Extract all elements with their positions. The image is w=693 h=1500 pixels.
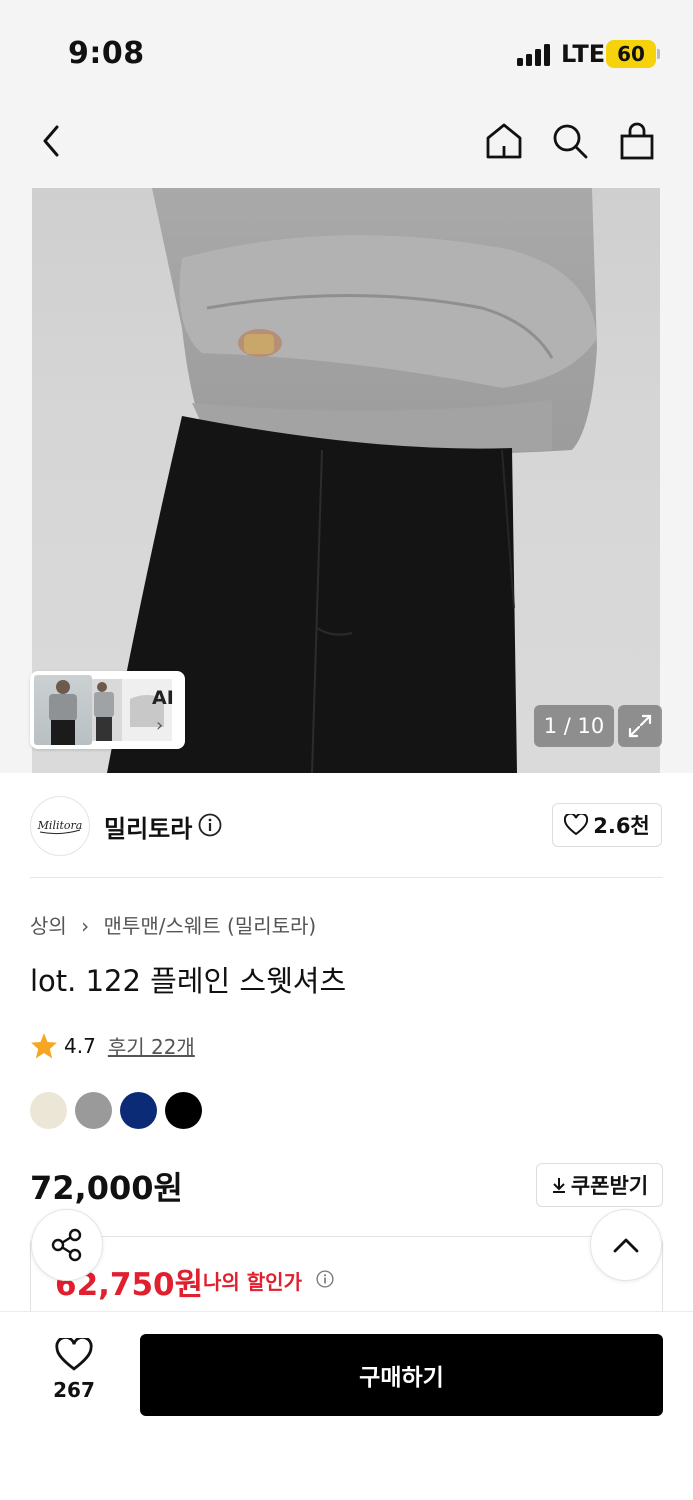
bottom-action-bar: 267 구매하기 <box>0 1311 693 1500</box>
coupon-label: 쿠폰받기 <box>570 1174 649 1198</box>
download-icon <box>552 1178 565 1193</box>
rating-row: 4.7 후기 22개 <box>30 1031 195 1060</box>
cart-button[interactable] <box>613 117 661 165</box>
coupon-button[interactable]: 쿠폰받기 <box>536 1163 663 1207</box>
wishlist-button[interactable]: 267 <box>40 1336 108 1402</box>
breadcrumb-category[interactable]: 상의 <box>30 914 67 938</box>
star-icon <box>31 1033 57 1059</box>
brand-logo[interactable]: Militora <box>30 796 90 856</box>
expand-button[interactable] <box>618 705 662 747</box>
status-time: 9:08 <box>68 36 145 71</box>
product-title: lot. 122 플레인 스웻셔츠 <box>30 964 347 998</box>
scroll-top-button[interactable] <box>590 1209 662 1281</box>
heart-icon <box>564 814 589 836</box>
back-button[interactable] <box>28 117 76 165</box>
search-icon <box>553 124 588 159</box>
rating-value: 4.7 <box>64 1033 96 1058</box>
review-link[interactable]: 후기 22개 <box>108 1031 195 1060</box>
search-button[interactable] <box>546 117 594 165</box>
battery-icon: 60 <box>606 40 656 68</box>
info-icon[interactable] <box>316 1270 334 1292</box>
ai-label[interactable]: AI <box>152 687 174 709</box>
info-icon[interactable] <box>198 813 222 841</box>
chevron-up-icon <box>613 1238 639 1253</box>
breadcrumb-separator: › <box>81 914 90 938</box>
heart-icon <box>55 1336 93 1371</box>
color-swatches <box>30 1092 202 1129</box>
shopping-bag-icon <box>620 122 654 160</box>
brand-like-button[interactable]: 2.6천 <box>552 803 662 847</box>
home-button[interactable] <box>480 117 528 165</box>
brand-row: Militora 밀리토라 2.6천 <box>0 773 693 877</box>
swatch-black[interactable] <box>165 1092 202 1129</box>
share-icon <box>51 1228 82 1262</box>
brand-like-count: 2.6천 <box>593 814 650 838</box>
battery-nub <box>657 49 660 59</box>
network-label: LTE <box>561 40 606 68</box>
page-indicator: 1 / 10 <box>534 705 614 747</box>
svg-text:Militora: Militora <box>37 819 83 832</box>
breadcrumb-subcategory[interactable]: 맨투맨/스웨트 (밀리토라) <box>104 914 317 938</box>
chevron-right-icon[interactable]: › <box>156 715 163 736</box>
signal-icon <box>517 44 553 66</box>
discount-label: 나의 할인가 <box>203 1270 302 1294</box>
swatch-gray[interactable] <box>75 1092 112 1129</box>
status-bar: 9:08 LTE 60 <box>0 0 693 105</box>
breadcrumb: 상의 › 맨투맨/스웨트 (밀리토라) <box>30 910 316 939</box>
wishlist-count: 267 <box>53 1378 95 1402</box>
ai-recommendation-card[interactable] <box>30 671 185 749</box>
brand-name[interactable]: 밀리토라 <box>104 809 192 844</box>
swatch-ivory[interactable] <box>30 1092 67 1129</box>
ai-thumbnail-2 <box>92 679 122 741</box>
top-nav <box>0 105 693 188</box>
swatch-navy[interactable] <box>120 1092 157 1129</box>
divider <box>30 877 663 878</box>
product-gallery[interactable]: AI › 1 / 10 <box>0 188 693 773</box>
product-price: 72,000원 <box>30 1169 183 1207</box>
share-button[interactable] <box>31 1209 103 1281</box>
buy-button[interactable]: 구매하기 <box>140 1334 663 1416</box>
ai-thumbnail-1 <box>34 675 92 745</box>
expand-icon <box>628 714 652 738</box>
home-icon <box>486 123 522 159</box>
chevron-left-icon <box>43 125 59 157</box>
